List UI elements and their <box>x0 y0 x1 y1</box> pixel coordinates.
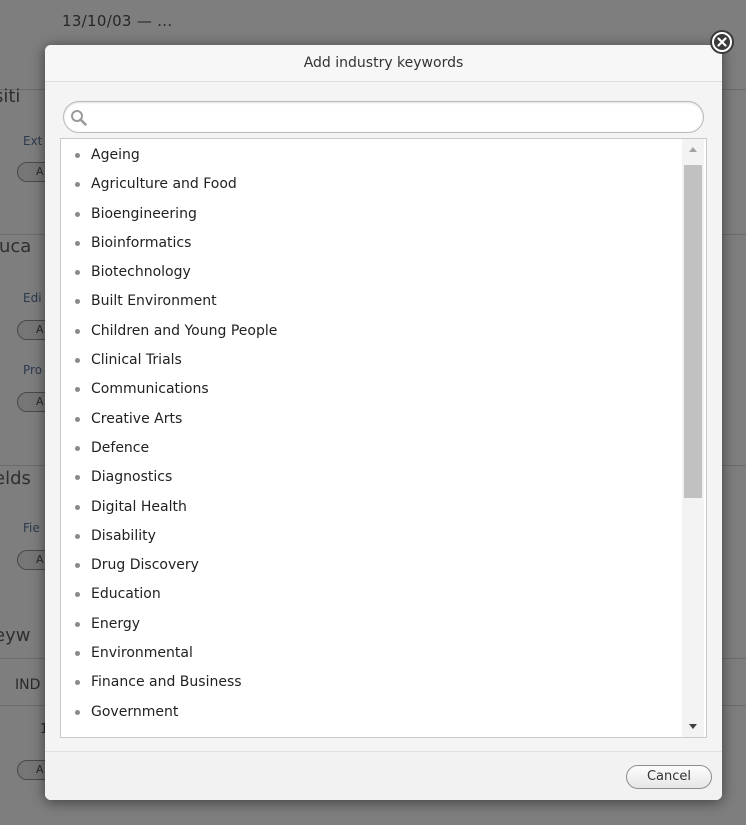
keyword-list-item[interactable]: Finance and Business <box>61 668 681 697</box>
bullet-icon <box>75 533 80 539</box>
bullet-icon <box>75 299 80 305</box>
bullet-icon <box>75 651 80 657</box>
keyword-label: Creative Arts <box>91 410 183 427</box>
bullet-icon <box>75 416 80 422</box>
keyword-label: Digital Health <box>91 498 187 515</box>
section-heading-keywords: eyw <box>0 625 31 646</box>
keyword-label: Communications <box>91 381 209 398</box>
bullet-icon <box>75 680 80 686</box>
keyword-list-item[interactable]: Defence <box>61 434 681 463</box>
search-input[interactable] <box>94 106 694 130</box>
bullet-icon <box>75 504 80 510</box>
keyword-label: Clinical Trials <box>91 352 182 369</box>
bullet-icon <box>75 592 80 598</box>
dialog-footer: Cancel <box>45 751 722 800</box>
bullet-icon <box>75 211 80 217</box>
keyword-label: Disability <box>91 527 156 544</box>
cancel-button[interactable]: Cancel <box>626 765 712 789</box>
keyword-list: Ageing Agriculture and Food Bioengineering… <box>61 141 681 727</box>
field-label-education: Edi <box>23 291 42 305</box>
keyword-list-item[interactable]: Bioinformatics <box>61 229 681 258</box>
close-icon <box>710 30 734 54</box>
keyword-label: Defence <box>91 439 150 456</box>
keyword-label: Finance and Business <box>91 674 242 691</box>
keyword-list-item[interactable]: Biotechnology <box>61 258 681 287</box>
keyword-list-item[interactable]: Ageing <box>61 141 681 170</box>
bullet-icon <box>75 709 80 715</box>
keyword-label: Energy <box>91 615 141 632</box>
search-icon <box>70 109 88 127</box>
search-box[interactable] <box>63 101 704 133</box>
keyword-list-item[interactable]: Communications <box>61 375 681 404</box>
bullet-icon <box>75 270 80 276</box>
section-heading-education: luca <box>0 236 32 257</box>
keyword-list-item[interactable]: Digital Health <box>61 493 681 522</box>
keyword-list-item[interactable]: Environmental <box>61 639 681 668</box>
scrollbar[interactable] <box>682 139 704 737</box>
keyword-label: Diagnostics <box>91 469 173 486</box>
field-label-professional: Pro <box>23 363 43 377</box>
close-button[interactable] <box>709 29 735 55</box>
date-range-text: 13/10/03 — ... <box>62 12 173 30</box>
dialog-title: Add industry keywords <box>45 45 722 82</box>
chevron-down-icon <box>689 724 697 729</box>
keyword-label: Built Environment <box>91 293 217 310</box>
bullet-icon <box>75 621 80 627</box>
keyword-label: Bioengineering <box>91 205 197 222</box>
keyword-list-item[interactable]: Energy <box>61 610 681 639</box>
keyword-list-item[interactable]: Clinical Trials <box>61 346 681 375</box>
keyword-list-item[interactable]: Bioengineering <box>61 200 681 229</box>
keyword-list-item[interactable]: Children and Young People <box>61 317 681 346</box>
keyword-label: Children and Young People <box>91 322 278 339</box>
scroll-up-button[interactable] <box>682 141 704 159</box>
industry-column-header: IND <box>15 677 41 693</box>
scroll-down-button[interactable] <box>682 717 704 735</box>
keyword-label: Ageing <box>91 147 140 163</box>
keyword-label: Bioinformatics <box>91 234 192 251</box>
keyword-label: Drug Discovery <box>91 557 199 574</box>
section-heading-positions: siti <box>0 86 21 107</box>
bullet-icon <box>75 153 80 158</box>
bullet-icon <box>75 182 80 188</box>
keyword-label: Education <box>91 586 161 603</box>
keyword-list-item[interactable]: Agriculture and Food <box>61 170 681 199</box>
field-label-fields: Fie <box>23 521 40 535</box>
keyword-label: Environmental <box>91 645 193 662</box>
chevron-up-icon <box>689 147 697 152</box>
keyword-list-item[interactable]: Diagnostics <box>61 463 681 492</box>
keyword-list-box: Ageing Agriculture and Food Bioengineering… <box>60 138 707 738</box>
keyword-list-item[interactable]: Creative Arts <box>61 405 681 434</box>
keyword-list-item[interactable]: Built Environment <box>61 287 681 316</box>
bullet-icon <box>75 358 80 364</box>
scrollbar-thumb[interactable] <box>684 165 702 498</box>
keyword-list-item[interactable]: Education <box>61 580 681 609</box>
bullet-icon <box>75 328 80 334</box>
add-industry-keywords-dialog: Add industry keywords Ageing Agriculture … <box>45 45 722 800</box>
keyword-list-item[interactable]: Disability <box>61 522 681 551</box>
keyword-label: Government <box>91 703 179 720</box>
field-label-external: Ext <box>23 134 43 148</box>
section-heading-fields: elds <box>0 468 31 489</box>
keyword-list-item[interactable]: Government <box>61 698 681 727</box>
keyword-list-item[interactable]: Drug Discovery <box>61 551 681 580</box>
keyword-label: Biotechnology <box>91 264 191 281</box>
keyword-label: Agriculture and Food <box>91 176 237 193</box>
bullet-icon <box>75 240 80 246</box>
bullet-icon <box>75 387 80 393</box>
bullet-icon <box>75 445 80 451</box>
bullet-icon <box>75 475 80 481</box>
bullet-icon <box>75 563 80 569</box>
